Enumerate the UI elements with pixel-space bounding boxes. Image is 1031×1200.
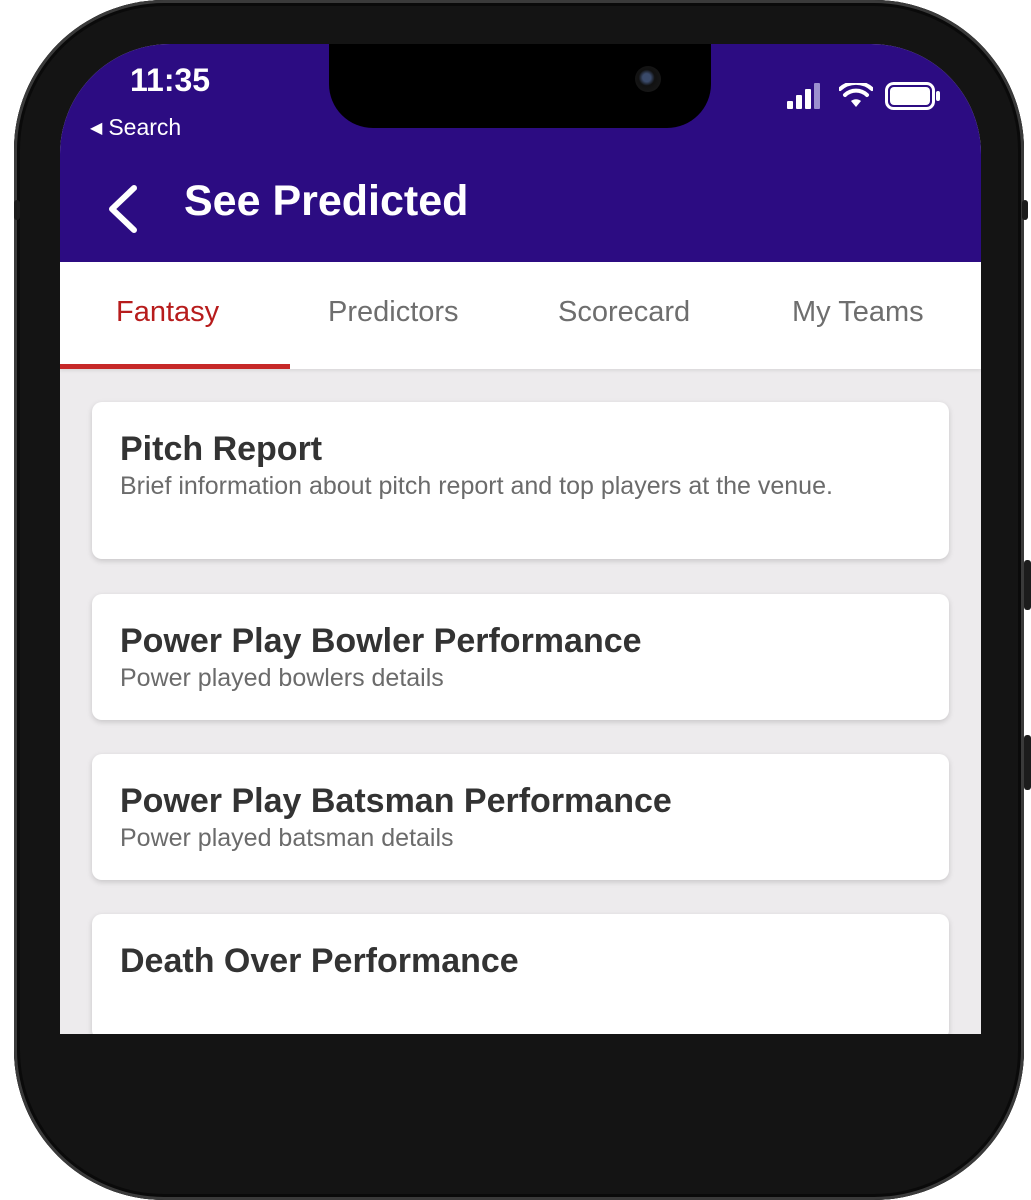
status-icons: [787, 82, 941, 110]
side-button-left: [14, 200, 20, 220]
signal-icon: [787, 83, 820, 109]
back-triangle-icon: ◀: [90, 120, 103, 137]
power-button: [1024, 735, 1031, 790]
app-screen: 11:35 ◀ Search See Predicted Fantasy Pre…: [60, 44, 981, 1034]
card-power-play-bowler[interactable]: Power Play Bowler Performance Power play…: [92, 594, 949, 720]
volume-button: [1024, 560, 1031, 610]
card-description: Brief information about pitch report and…: [120, 472, 833, 500]
notch: [329, 44, 711, 128]
card-title: Pitch Report: [120, 430, 323, 468]
camera-icon: [635, 66, 661, 92]
card-description: Power played bowlers details: [120, 664, 444, 692]
tab-predictors[interactable]: Predictors: [328, 296, 459, 329]
active-tab-indicator: [60, 364, 290, 369]
tab-scorecard[interactable]: Scorecard: [558, 296, 690, 329]
card-description: Power played batsman details: [120, 824, 454, 852]
card-title: Power Play Batsman Performance: [120, 782, 672, 820]
tab-bar: Fantasy Predictors Scorecard My Teams: [60, 262, 981, 369]
card-title: Power Play Bowler Performance: [120, 622, 642, 660]
status-time: 11:35: [130, 62, 211, 98]
tab-fantasy[interactable]: Fantasy: [116, 296, 219, 329]
tab-my-teams[interactable]: My Teams: [792, 296, 924, 329]
back-button[interactable]: [104, 184, 144, 234]
side-button-right: [1022, 200, 1028, 220]
chevron-left-icon: [109, 185, 137, 233]
wifi-icon: [839, 83, 873, 107]
card-power-play-batsman[interactable]: Power Play Batsman Performance Power pla…: [92, 754, 949, 880]
card-death-over[interactable]: Death Over Performance: [92, 914, 949, 1034]
card-pitch-report[interactable]: Pitch Report Brief information about pit…: [92, 402, 949, 559]
back-app-label: Search: [108, 114, 182, 140]
page-title: See Predicted: [184, 177, 469, 225]
battery-icon: [885, 82, 940, 110]
card-title: Death Over Performance: [120, 942, 519, 980]
back-to-app-link[interactable]: ◀ Search: [90, 114, 181, 141]
